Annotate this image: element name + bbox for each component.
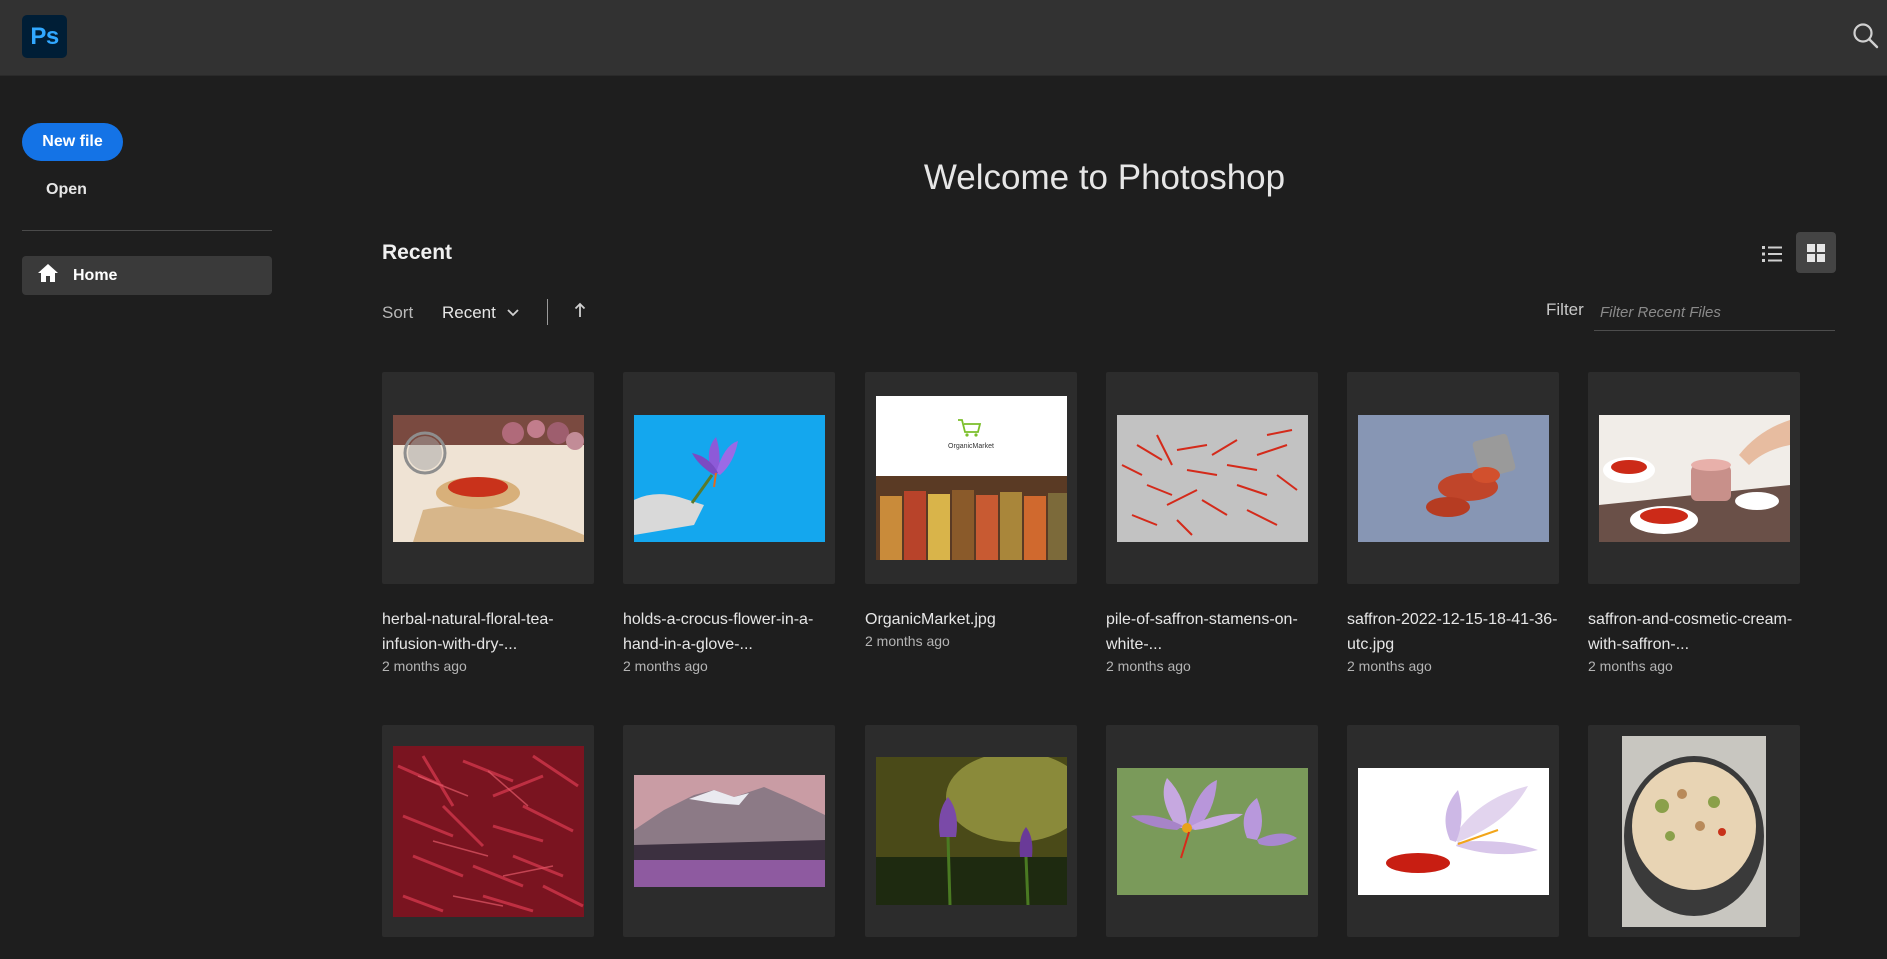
file-name: herbal-natural-floral-tea-infusion-with-…	[382, 611, 554, 653]
file-name: pile-of-saffron-stamens-on-white-...	[1106, 611, 1298, 653]
welcome-heading: Welcome to Photoshop	[923, 158, 1286, 197]
recent-files-grid: herbal-natural-floral-tea-infusion-with-…	[382, 372, 1842, 959]
file-card[interactable]: OrganicMarket OrganicMarket.jpg 2 months…	[865, 372, 1077, 650]
sort-dropdown[interactable]: Recent	[442, 300, 520, 326]
file-thumbnail	[1347, 725, 1559, 937]
photoshop-logo: Ps	[22, 15, 67, 58]
file-thumbnail: OrganicMarket	[865, 372, 1077, 584]
file-thumbnail	[1588, 725, 1800, 937]
arrow-up-icon	[574, 302, 586, 323]
file-date: 2 months ago	[865, 633, 950, 649]
file-thumbnail	[1588, 372, 1800, 584]
sidebar-item-label: Home	[73, 266, 118, 284]
chevron-down-icon	[506, 303, 520, 323]
file-date: 2 months ago	[623, 658, 708, 674]
file-card[interactable]: pile-of-saffron-stamens-on-white-... 2 m…	[1106, 372, 1318, 675]
file-thumbnail	[865, 725, 1077, 937]
file-thumbnail	[1106, 372, 1318, 584]
filter-input[interactable]	[1594, 295, 1835, 331]
file-card[interactable]	[382, 725, 594, 937]
file-thumbnail	[1106, 725, 1318, 937]
file-card[interactable]: saffron-2022-12-15-18-41-36-utc.jpg 2 mo…	[1347, 372, 1559, 675]
file-date: 2 months ago	[1106, 658, 1191, 674]
file-card[interactable]	[623, 725, 835, 937]
file-name: saffron-and-cosmetic-cream-with-saffron-…	[1588, 611, 1793, 653]
file-thumbnail	[623, 725, 835, 937]
file-card[interactable]: saffron-and-cosmetic-cream-with-saffron-…	[1588, 372, 1800, 675]
recent-title: Recent	[382, 241, 453, 264]
file-card[interactable]: herbal-natural-floral-tea-infusion-with-…	[382, 372, 594, 675]
top-bar: Ps	[0, 0, 1887, 76]
sidebar-item-home[interactable]: Home	[22, 256, 272, 295]
file-card[interactable]	[1588, 725, 1800, 937]
list-view-icon[interactable]	[1752, 234, 1792, 274]
file-name: OrganicMarket.jpg	[865, 611, 996, 628]
file-name: saffron-2022-12-15-18-41-36-utc.jpg	[1347, 611, 1558, 653]
file-thumbnail	[1347, 372, 1559, 584]
file-card[interactable]: holds-a-crocus-flower-in-a-hand-in-a-glo…	[623, 372, 835, 675]
sidebar: New file Open Home	[0, 77, 290, 959]
sidebar-divider	[22, 230, 272, 231]
file-thumbnail	[382, 372, 594, 584]
file-card[interactable]	[1106, 725, 1318, 937]
file-thumbnail	[382, 725, 594, 937]
open-button[interactable]: Open	[46, 181, 87, 199]
sort-label: Sort	[382, 303, 414, 322]
home-icon	[37, 263, 59, 288]
filter-label: Filter	[1546, 300, 1584, 319]
sort-value: Recent	[442, 303, 496, 322]
file-date: 2 months ago	[1588, 658, 1673, 674]
file-date: 2 months ago	[1347, 658, 1432, 674]
sort-direction-button[interactable]	[570, 300, 590, 324]
file-thumbnail	[623, 372, 835, 584]
file-name: holds-a-crocus-flower-in-a-hand-in-a-glo…	[623, 611, 814, 653]
file-date: 2 months ago	[382, 658, 467, 674]
organic-market-logo-text: OrganicMarket	[948, 443, 994, 450]
sort-divider	[547, 299, 548, 325]
grid-view-icon[interactable]	[1796, 232, 1836, 273]
new-file-button[interactable]: New file	[22, 123, 123, 161]
file-card[interactable]	[1347, 725, 1559, 937]
file-card[interactable]	[865, 725, 1077, 937]
search-icon[interactable]	[1850, 20, 1882, 52]
